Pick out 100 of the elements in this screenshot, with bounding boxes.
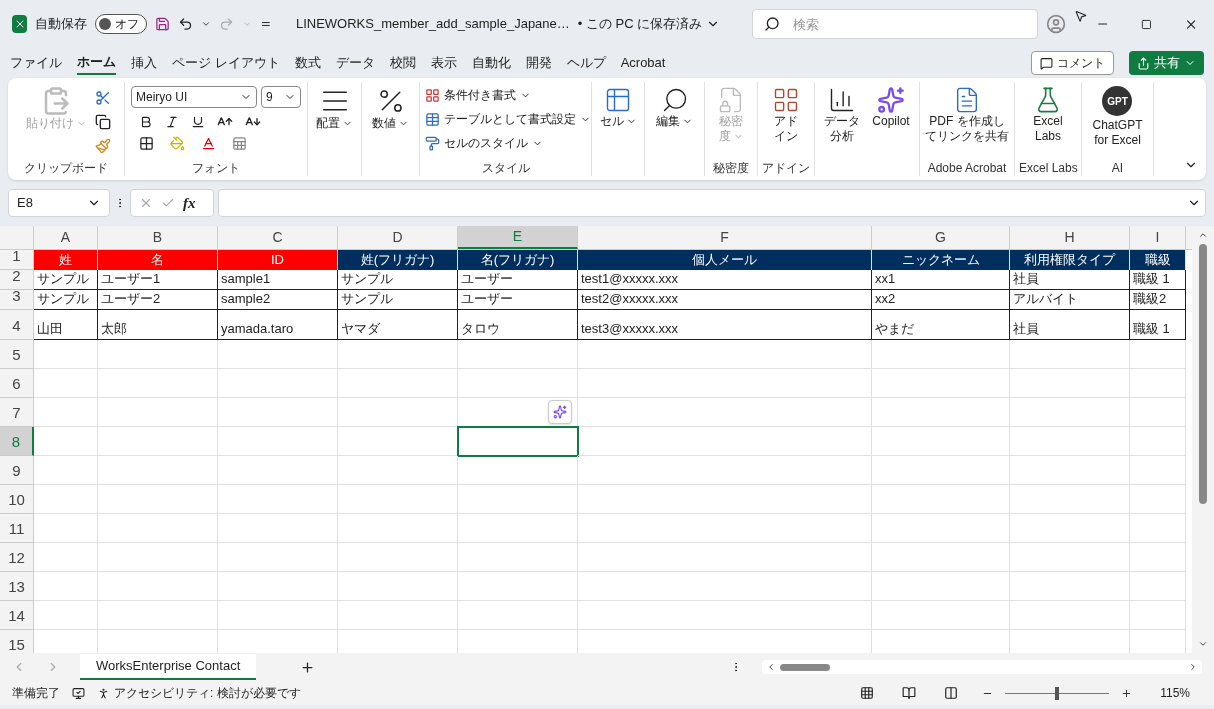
save-status[interactable]: • この PC に保存済み <box>577 14 721 34</box>
table-cell: 職級 1 <box>1130 310 1186 340</box>
row-header[interactable]: 6 <box>0 369 34 398</box>
comment-button[interactable]: コメント <box>1031 51 1114 75</box>
copy-icon[interactable] <box>94 114 111 130</box>
row-header[interactable]: 5 <box>0 340 34 369</box>
row-header[interactable]: 2 <box>0 270 34 290</box>
column-header[interactable]: C <box>218 226 338 249</box>
zoom-thumb[interactable] <box>1055 686 1060 700</box>
copilot-button[interactable]: Copilot <box>868 86 914 129</box>
underline-icon[interactable] <box>191 115 205 129</box>
zoom-percent[interactable]: 115% <box>1160 684 1190 702</box>
row-header[interactable]: 8 <box>0 427 34 456</box>
bold-icon[interactable] <box>139 115 153 129</box>
row-header[interactable]: 3 <box>0 290 34 310</box>
save-icon[interactable] <box>155 15 171 33</box>
format-painter-icon[interactable] <box>94 138 111 154</box>
menu-tab[interactable]: 自動化 <box>471 51 511 75</box>
addins-button[interactable]: アド イン <box>768 86 804 144</box>
group-label: Excel Labs <box>1019 160 1077 176</box>
menu-tab[interactable]: 開発 <box>525 51 552 75</box>
normal-view-icon[interactable] <box>860 686 875 700</box>
horizontal-scrollbar[interactable] <box>762 660 1202 674</box>
menu-tab[interactable]: 挿入 <box>131 51 157 75</box>
add-sheet-icon[interactable] <box>300 659 316 675</box>
sparkles-icon <box>877 86 905 114</box>
page-break-icon[interactable] <box>944 686 959 700</box>
row-header[interactable]: 1 <box>0 250 34 270</box>
font-name-field[interactable]: Meiryo UI <box>131 86 257 108</box>
scroll-up-icon[interactable] <box>1198 230 1208 240</box>
maximize-icon[interactable] <box>1140 17 1152 31</box>
scroll-down-icon[interactable] <box>1198 639 1208 649</box>
menu-tab[interactable]: 数式 <box>294 51 321 75</box>
page-layout-icon[interactable] <box>902 686 917 700</box>
row-header[interactable]: 12 <box>0 543 34 572</box>
undo-icon[interactable] <box>178 15 194 33</box>
table-cell: test2@xxxxx.xxx <box>578 290 872 310</box>
column-header[interactable]: H <box>1010 226 1130 249</box>
cells-button[interactable]: セル <box>595 86 641 129</box>
macro-icon[interactable] <box>72 686 85 700</box>
menu-tab[interactable]: ページ レイアウト <box>172 51 280 75</box>
style-menu-button[interactable]: 条件付き書式 <box>424 86 591 104</box>
column-header[interactable]: G <box>872 226 1010 249</box>
row-header[interactable]: 11 <box>0 514 34 543</box>
search-field[interactable]: 検索 <box>752 9 1039 39</box>
menu-tab[interactable]: 校閲 <box>389 51 416 75</box>
table-cell: test3@xxxxx.xxx <box>578 310 872 340</box>
name-box[interactable]: E8 <box>8 189 110 217</box>
table-cell: ユーザー <box>458 290 578 310</box>
analyze-data-button[interactable]: データ 分析 <box>820 86 865 144</box>
sheet-tab[interactable]: WorksEnterprise Contact <box>80 654 257 680</box>
active-cell[interactable] <box>458 427 578 456</box>
alignment-button[interactable]: 配置 <box>312 86 357 131</box>
fill-color-icon[interactable] <box>170 136 185 151</box>
accessibility-status[interactable]: アクセシビリティ: 検討が必要です <box>97 684 301 702</box>
table-cell: サンプル <box>338 270 458 290</box>
style-menu-button[interactable]: セルのスタイル <box>424 134 591 152</box>
row-header[interactable]: 14 <box>0 601 34 630</box>
cut-icon[interactable] <box>94 90 111 106</box>
zoom-in-icon[interactable] <box>1121 687 1133 699</box>
formula-field[interactable] <box>218 189 1206 217</box>
menu-tab[interactable]: データ <box>335 51 375 75</box>
menu-tab[interactable]: Acrobat <box>620 51 666 75</box>
font-size-field[interactable]: 9 <box>261 86 301 108</box>
menu-tab[interactable]: 表示 <box>430 51 457 75</box>
row-header[interactable]: 15 <box>0 630 34 653</box>
autosave-toggle[interactable]: オフ <box>95 14 148 34</box>
table-cell: 山田 <box>34 310 98 340</box>
share-button[interactable]: 共有 <box>1129 51 1204 75</box>
column-header[interactable]: F <box>578 226 872 249</box>
copilot-icon[interactable] <box>548 400 572 424</box>
menu-tab[interactable]: ファイル <box>10 51 62 75</box>
italic-icon[interactable] <box>165 115 179 129</box>
editing-button[interactable]: 編集 <box>652 86 697 129</box>
comment-icon <box>1040 56 1053 70</box>
font-color-icon[interactable] <box>201 136 216 151</box>
menu-tab[interactable]: ヘルプ <box>566 51 606 75</box>
column-header[interactable]: A <box>34 226 98 249</box>
excel-labs-button[interactable]: Excel Labs <box>1029 86 1067 144</box>
row-header[interactable]: 13 <box>0 572 34 601</box>
phonetic-icon[interactable] <box>232 136 247 151</box>
column-header[interactable]: B <box>98 226 218 249</box>
scroll-left-icon[interactable] <box>766 662 776 672</box>
chatgpt-button[interactable]: GPT ChatGPT for Excel <box>1092 86 1143 148</box>
scroll-right-icon[interactable] <box>1188 662 1198 672</box>
column-header[interactable]: I <box>1130 226 1186 249</box>
row-header[interactable]: 9 <box>0 456 34 485</box>
row-header[interactable]: 4 <box>0 310 34 340</box>
row-header[interactable]: 10 <box>0 485 34 514</box>
scrollbar-thumb[interactable] <box>1199 244 1207 504</box>
menu-tab[interactable]: ホーム <box>77 51 116 75</box>
group-label: スタイル <box>480 160 531 176</box>
account-icon[interactable] <box>1046 12 1067 36</box>
empty-cell <box>1130 514 1186 543</box>
create-pdf-button[interactable]: PDF を作成し てリンクを共有 <box>921 86 1013 144</box>
borders-icon[interactable] <box>139 136 154 151</box>
style-menu-button[interactable]: テーブルとして書式設定 <box>424 110 591 128</box>
insert-function-button[interactable]: fx <box>183 191 196 215</box>
row-header[interactable]: 7 <box>0 398 34 427</box>
number-button[interactable]: 数値 <box>368 86 413 131</box>
